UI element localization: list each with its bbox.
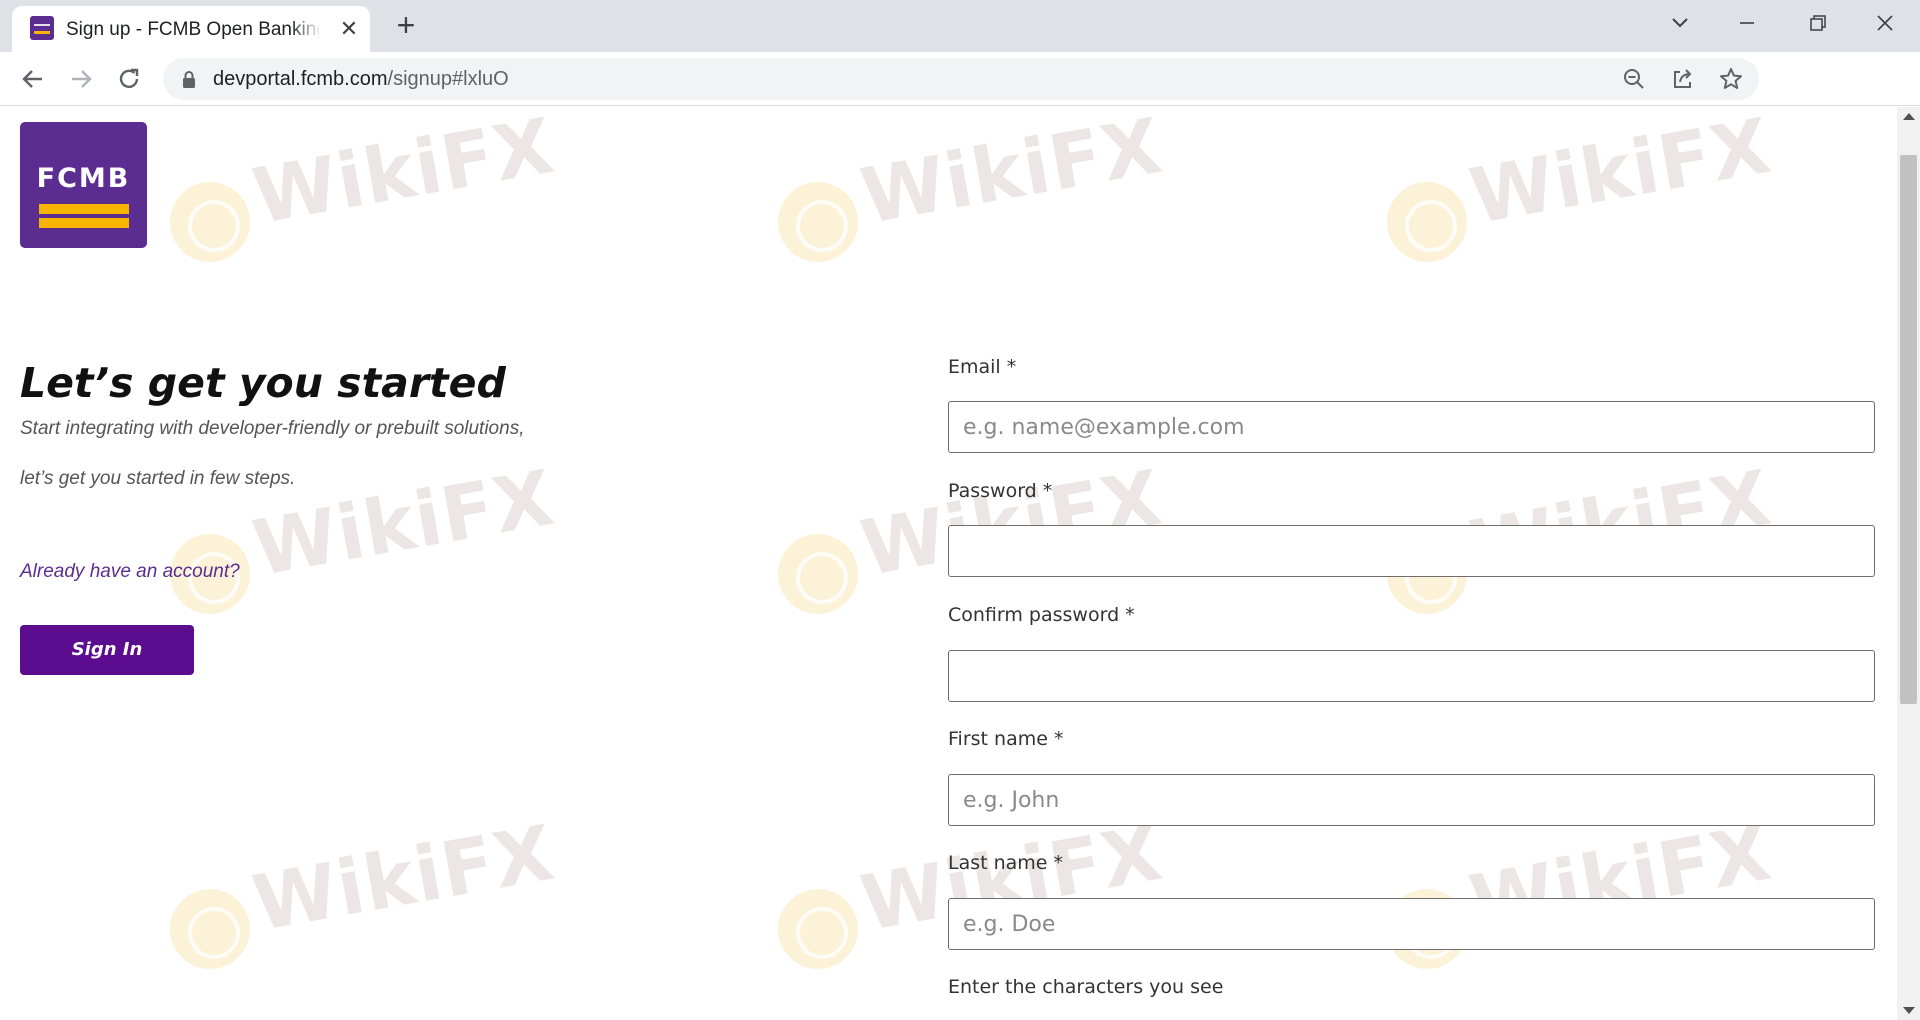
logo-stripe <box>39 204 129 214</box>
first-name-field[interactable] <box>948 774 1875 826</box>
intro-subtitle-line2: let’s get you started in few steps. <box>20 468 296 489</box>
fcmb-logo[interactable]: FCMB <box>20 122 147 248</box>
sign-in-button[interactable]: Sign In <box>20 625 194 675</box>
scroll-down-arrow-icon[interactable] <box>1903 1007 1915 1014</box>
scroll-up-arrow-icon[interactable] <box>1903 113 1915 120</box>
watermark-text: WikiFX <box>1463 107 1778 241</box>
watermark-seal-icon <box>778 182 858 262</box>
watermark: WikiFX <box>170 107 560 262</box>
password-field[interactable] <box>948 525 1875 577</box>
tab-close-icon[interactable]: ✕ <box>338 18 360 40</box>
back-arrow-icon[interactable] <box>16 62 50 96</box>
watermark-seal-icon <box>1387 182 1467 262</box>
url-host: devportal.fcmb.com <box>213 68 388 90</box>
last-name-field[interactable] <box>948 898 1875 950</box>
logo-stripe <box>39 218 129 228</box>
page-scrollbar[interactable] <box>1897 107 1920 1020</box>
watermark-seal-icon <box>170 889 250 969</box>
browser-toolbar: devportal.fcmb.com/signup#lxluO f <box>0 52 1920 145</box>
confirm-password-label: Confirm password * <box>948 604 1135 626</box>
lock-icon[interactable] <box>181 70 197 88</box>
window-minimize-button[interactable] <box>1727 8 1767 38</box>
tab-search-chevron-icon[interactable] <box>1660 8 1700 38</box>
browser-tab-active[interactable]: Sign up - FCMB Open Banking - Developer … <box>12 6 370 52</box>
reload-icon[interactable] <box>112 62 146 96</box>
watermark-seal-icon <box>778 534 858 614</box>
url-path: /signup#lxluO <box>387 68 509 90</box>
email-field[interactable] <box>948 401 1875 453</box>
tab-title: Sign up - FCMB Open Banking - Developer … <box>66 19 321 40</box>
watermark-text: WikiFX <box>246 807 561 948</box>
password-label: Password * <box>948 480 1053 502</box>
last-name-label: Last name * <box>948 852 1064 874</box>
captcha-label: Enter the characters you see <box>948 976 1224 998</box>
url-text[interactable]: devportal.fcmb.com/signup#lxluO <box>213 68 509 91</box>
already-have-account-link[interactable]: Already have an account? <box>20 561 240 583</box>
browser-tab-strip: Sign up - FCMB Open Banking - Developer … <box>0 0 1920 52</box>
site-favicon-icon <box>30 16 54 40</box>
watermark-text: WikiFX <box>854 107 1169 241</box>
window-restore-button[interactable] <box>1797 8 1837 38</box>
forward-arrow-icon[interactable] <box>64 62 98 96</box>
page-viewport: WikiFX WikiFX WikiFX WikiFX WikiFX WikiF… <box>0 107 1897 1020</box>
share-icon[interactable] <box>1670 66 1696 92</box>
address-bar[interactable]: devportal.fcmb.com/signup#lxluO <box>163 58 1759 100</box>
confirm-password-field[interactable] <box>948 650 1875 702</box>
scrollbar-thumb[interactable] <box>1900 155 1917 704</box>
email-label: Email * <box>948 356 1017 378</box>
watermark-seal-icon <box>778 889 858 969</box>
page-title: Let’s get you started <box>20 359 506 407</box>
first-name-label: First name * <box>948 728 1064 750</box>
watermark: WikiFX <box>1387 107 1777 262</box>
logo-text: FCMB <box>36 163 131 194</box>
watermark: WikiFX <box>170 808 560 969</box>
watermark-text: WikiFX <box>246 107 561 241</box>
zoom-out-icon[interactable] <box>1621 66 1647 92</box>
new-tab-button[interactable]: + <box>390 9 422 42</box>
intro-subtitle-line1: Start integrating with developer-friendl… <box>20 418 525 439</box>
watermark: WikiFX <box>170 453 560 614</box>
watermark-seal-icon <box>170 182 250 262</box>
bookmark-star-icon[interactable] <box>1718 66 1744 92</box>
window-close-button[interactable] <box>1865 8 1905 38</box>
watermark: WikiFX <box>778 107 1168 262</box>
